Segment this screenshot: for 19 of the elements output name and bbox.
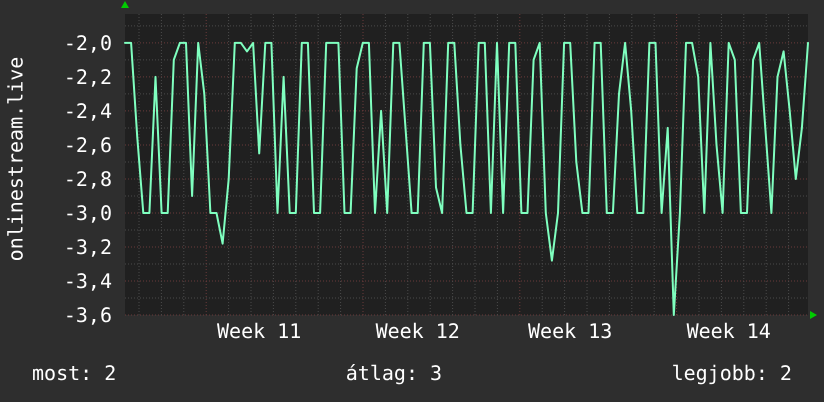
x-tick-label: Week 14 [686,319,771,343]
x-axis-arrow-icon [810,311,817,319]
y-tick-label: -3,4 [64,269,112,293]
x-tick-label: Week 11 [217,319,302,343]
y-axis-arrow-icon [121,1,129,8]
axis-title: onlinestream.live [5,56,25,262]
y-tick-label: -3,2 [64,234,112,259]
y-tick-label: -2,2 [64,64,112,89]
stat-label: átlag: 3 [346,360,442,387]
stat-label: legjobb: 2 [672,360,792,387]
y-tick-label: -2,0 [64,30,112,55]
x-tick-label: Week 13 [528,319,612,343]
y-tick-label: -3,0 [64,200,112,225]
y-tick-label: -3,6 [64,303,112,327]
x-tick-label: Week 12 [376,319,460,343]
stat-label: most: 2 [32,360,116,387]
y-tick-label: -2,8 [64,166,112,191]
y-tick-label: -2,6 [64,132,112,157]
y-tick-label: -2,4 [64,98,112,123]
